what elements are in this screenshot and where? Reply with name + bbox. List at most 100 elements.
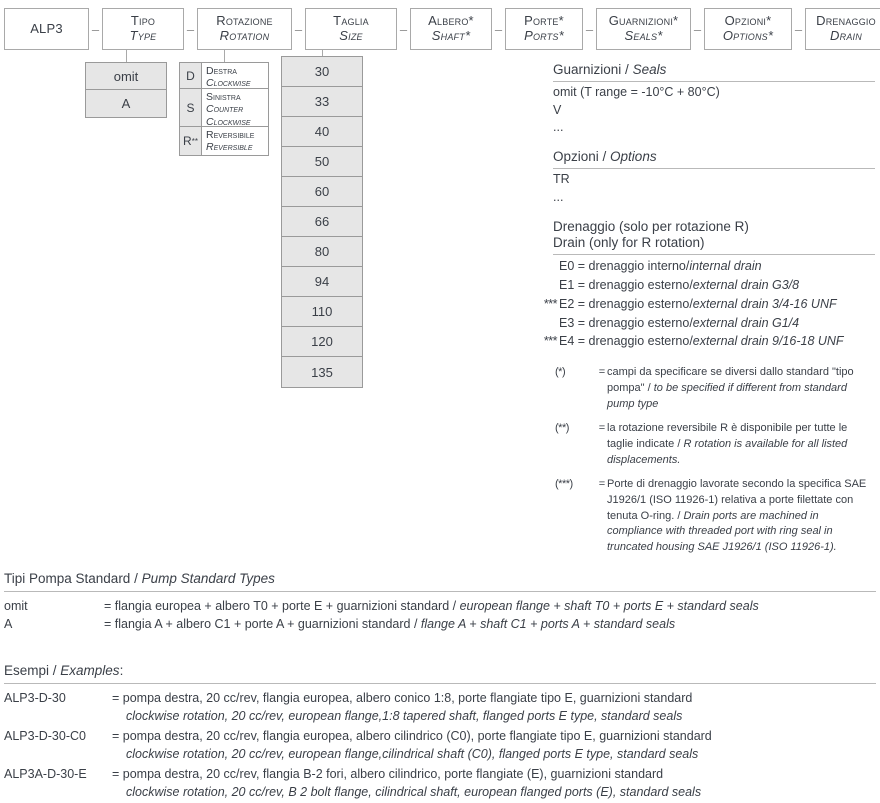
drain-item-en: external drain 3/4-16 UNF — [692, 296, 837, 311]
rotation-row[interactable]: D Destra Clockwise — [180, 63, 268, 89]
seals-section: Guarnizioni / Seals omit (T range = -10°… — [553, 62, 875, 137]
examples-divider — [4, 682, 876, 684]
rotation-desc: Reversibile Reversible — [202, 127, 268, 155]
rotation-row[interactable]: R ** Reversibile Reversible — [180, 127, 268, 155]
options-title-en: Options — [610, 149, 657, 165]
footnote-text: la rotazione reversibile R è disponibile… — [607, 421, 875, 469]
example-desc-it: = pompa destra, 20 cc/rev, flangia europ… — [112, 690, 693, 705]
rotation-desc-it: Destra — [206, 65, 237, 77]
code-box-opzioni[interactable]: Opzioni* Options* — [704, 8, 792, 50]
rotation-code: R ** — [180, 127, 202, 155]
code-box-guarnizioni[interactable]: Guarnizioni* Seals* — [596, 8, 691, 50]
size-option-item[interactable]: 120 — [282, 327, 362, 357]
size-option-item[interactable]: 66 — [282, 207, 362, 237]
separator-dash: – — [585, 21, 594, 37]
examples-section: Esempi / Examples: ALP3-D-30 = pompa des… — [4, 662, 876, 802]
connector-stem-tipo — [126, 50, 127, 62]
size-option-item[interactable]: 94 — [282, 267, 362, 297]
rotation-option-table: D Destra Clockwise S Sinistra Counter Cl… — [179, 62, 269, 156]
rotation-code-letter: R — [183, 134, 192, 148]
model-code-diagram: ALP3 – Tipo Type – Rotazione Rotation – … — [0, 0, 880, 553]
standard-types-title-sep: / — [130, 571, 142, 586]
example-code: ALP3A-D-30-E — [4, 766, 87, 781]
standard-type-code: omit — [4, 598, 28, 613]
code-box-albero-en: Shaft* — [431, 28, 471, 43]
drain-item-footnote-mark: *** — [543, 296, 558, 311]
examples-title-it: Esempi — [4, 663, 50, 679]
code-box-taglia[interactable]: Taglia Size — [305, 8, 397, 50]
footnote-text: campi da specificare se diversi dallo st… — [607, 365, 875, 413]
separator-dash: – — [494, 21, 503, 37]
seals-title-sep: / — [621, 62, 633, 77]
standard-types-section: Tipi Pompa Standard / Pump Standard Type… — [4, 570, 876, 634]
footnote: (***) = Porte di drenaggio lavorate seco… — [555, 477, 875, 557]
code-box-tipo-it: Tipo — [130, 13, 156, 29]
seals-item: V — [553, 102, 562, 117]
drain-item-it: drenaggio esterno/ — [588, 334, 693, 349]
code-box-rotazione[interactable]: Rotazione Rotation — [197, 8, 292, 50]
size-option-item[interactable]: 135 — [282, 357, 362, 387]
code-box-porte[interactable]: Porte* Ports* — [505, 8, 583, 50]
code-box-tipo-en: Type — [129, 28, 157, 43]
rotation-desc-it: Reversibile — [206, 129, 255, 141]
seals-title: Guarnizioni / Seals — [553, 62, 875, 79]
type-option-item[interactable]: omit — [86, 63, 166, 90]
standard-type-code: A — [4, 617, 13, 632]
standard-type-desc-en: european flange + shaft T0 + ports E + s… — [459, 598, 759, 613]
drain-item: E3 = drenaggio esterno/external drain G1… — [559, 314, 875, 333]
rotation-code-letter: D — [186, 68, 195, 83]
code-box-rotazione-en: Rotation — [219, 28, 270, 43]
rotation-code: S — [180, 89, 202, 126]
examples-title: Esempi / Examples: — [4, 662, 876, 680]
drain-item: E1 = drenaggio esterno/external drain G3… — [559, 276, 875, 295]
rotation-code-letter: S — [186, 100, 195, 115]
examples-title-colon: : — [119, 663, 124, 679]
size-option-item[interactable]: 33 — [282, 87, 362, 117]
code-box-tipo[interactable]: Tipo Type — [102, 8, 184, 50]
size-option-item[interactable]: 60 — [282, 177, 362, 207]
rotation-row[interactable]: S Sinistra Counter Clockwise — [180, 89, 268, 128]
size-option-item[interactable]: 80 — [282, 237, 362, 267]
options-title-sep: / — [598, 149, 611, 165]
drain-item-en: external drain G3/8 — [692, 278, 800, 292]
drain-title-en: Drain (only for R rotation) — [553, 235, 705, 251]
size-option-stack: 30 33 40 50 60 66 80 94 110 120 135 — [281, 56, 363, 388]
standard-type-desc: = flangia A + albero C1 + porte A + guar… — [104, 615, 876, 634]
size-option-item[interactable]: 50 — [282, 147, 362, 177]
drain-item-it: drenaggio interno/ — [588, 259, 690, 274]
standard-types-title: Tipi Pompa Standard / Pump Standard Type… — [4, 570, 876, 588]
drain-title-it: Drenaggio (solo per rotazione R) — [553, 218, 749, 234]
rotation-desc: Destra Clockwise — [202, 63, 268, 90]
code-box-guarnizioni-en: Seals* — [624, 28, 663, 43]
type-option-item[interactable]: A — [86, 90, 166, 117]
rotation-desc-en: Clockwise — [206, 77, 251, 90]
size-option-item[interactable]: 40 — [282, 117, 362, 147]
example-desc-en: clockwise rotation, 20 cc/rev, european … — [126, 709, 683, 724]
code-box-alp3[interactable]: ALP3 — [4, 8, 89, 50]
size-option-item[interactable]: 110 — [282, 297, 362, 327]
examples-title-en: Examples — [60, 663, 120, 679]
code-box-drenaggio[interactable]: Drenaggio Drain — [805, 8, 880, 50]
footnote: (**) = la rotazione reversibile R è disp… — [555, 421, 875, 469]
drain-item-footnote-mark: *** — [543, 334, 558, 349]
seals-divider — [553, 80, 875, 82]
drain-item-code: E0 = — [559, 259, 589, 274]
rotation-desc-en: Counter Clockwise — [206, 103, 251, 128]
drain-item: *** E4 = drenaggio esterno/external drain… — [544, 332, 875, 351]
model-code-header-row: ALP3 – Tipo Type – Rotazione Rotation – … — [4, 8, 880, 50]
size-option-item[interactable]: 30 — [282, 57, 362, 87]
separator-dash: – — [794, 21, 803, 37]
drain-item-it: drenaggio esterno/ — [588, 315, 693, 330]
example-desc-it: = pompa destra, 20 cc/rev, flangia europ… — [112, 728, 712, 743]
drain-item-code: E4 = — [559, 334, 589, 349]
options-item: TR — [553, 172, 570, 186]
code-box-albero[interactable]: Albero* Shaft* — [410, 8, 492, 50]
code-box-rotazione-it: Rotazione — [216, 13, 273, 29]
separator-dash: – — [294, 21, 303, 37]
code-box-opzioni-it: Opzioni* — [724, 13, 772, 29]
footnote-equals: = — [598, 477, 606, 490]
drain-item-en: external drain G1/4 — [692, 315, 800, 330]
drain-item-code: E3 = — [559, 315, 589, 330]
drain-item: *** E2 = drenaggio esterno/external drain… — [544, 295, 875, 314]
